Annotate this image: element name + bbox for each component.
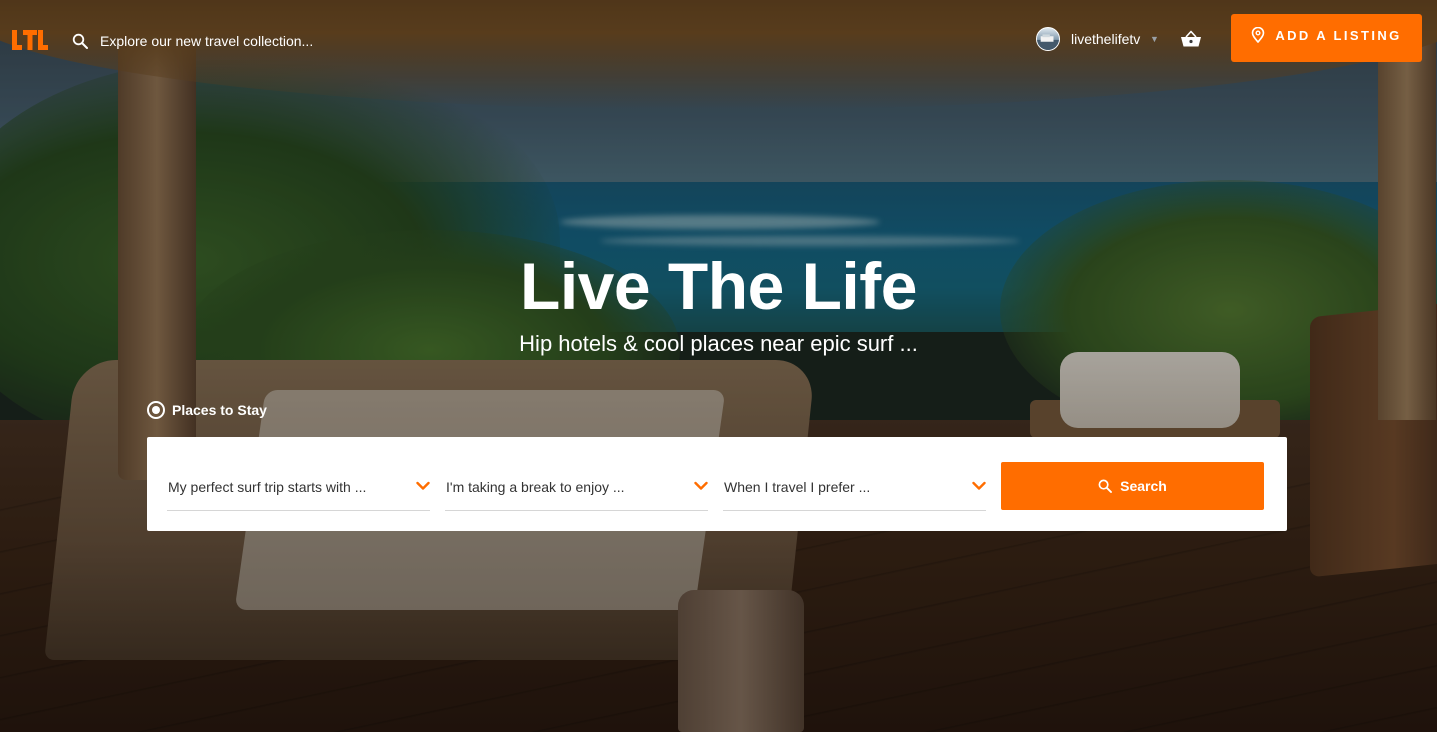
surf-trip-select[interactable]: My perfect surf trip starts with ...	[167, 467, 430, 511]
category-label: Places to Stay	[172, 402, 267, 418]
hero-section: livethelifetv ▼ ADD A LISTING Live The L…	[0, 0, 1437, 732]
hero-subtitle: Hip hotels & cool places near epic surf …	[519, 331, 918, 356]
map-pin-icon	[1252, 27, 1265, 43]
avatar[interactable]	[1036, 27, 1060, 51]
basket-icon[interactable]	[1180, 30, 1202, 48]
break-activity-select-label: I'm taking a break to enjoy ...	[446, 479, 625, 495]
travel-preference-select-label: When I travel I prefer ...	[724, 479, 871, 495]
search-button-label: Search	[1120, 478, 1167, 494]
radio-selected-icon	[147, 401, 165, 419]
user-menu-caret-icon[interactable]: ▼	[1150, 34, 1159, 44]
username-label[interactable]: livethelifetv	[1071, 31, 1140, 47]
add-listing-label: ADD A LISTING	[1275, 27, 1402, 43]
category-radio-places-to-stay[interactable]: Places to Stay	[147, 400, 267, 420]
avatar-image-icon	[1037, 34, 1059, 50]
radio-dot	[152, 406, 160, 414]
search-button[interactable]: Search	[1001, 462, 1264, 510]
chevron-down-icon	[972, 481, 986, 490]
ltl-logo-icon[interactable]	[12, 30, 48, 50]
search-panel: My perfect surf trip starts with ... I'm…	[147, 437, 1287, 531]
top-nav: livethelifetv ▼ ADD A LISTING	[0, 0, 1437, 80]
add-listing-button[interactable]: ADD A LISTING	[1231, 14, 1422, 62]
background-overlay	[0, 0, 1437, 732]
search-icon	[1098, 479, 1113, 493]
chevron-down-icon	[416, 481, 430, 490]
travel-preference-select[interactable]: When I travel I prefer ...	[723, 467, 986, 511]
search-input[interactable]	[96, 28, 404, 54]
search-icon[interactable]	[72, 33, 88, 49]
chevron-down-icon	[694, 481, 708, 490]
hero-title: Live The Life	[520, 249, 917, 323]
surf-trip-select-label: My perfect surf trip starts with ...	[168, 479, 367, 495]
break-activity-select[interactable]: I'm taking a break to enjoy ...	[445, 467, 708, 511]
